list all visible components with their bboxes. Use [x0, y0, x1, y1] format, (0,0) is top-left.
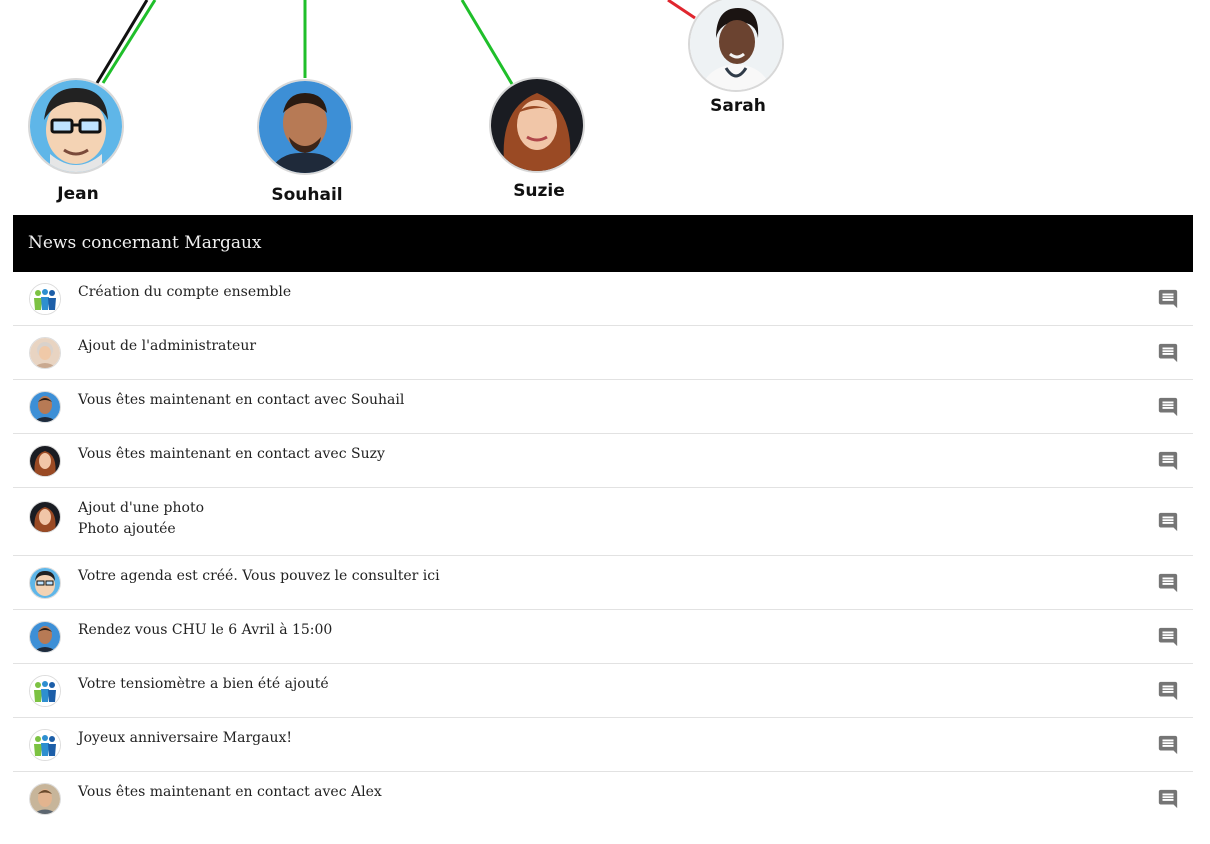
news-item[interactable]: Vous êtes maintenant en contact avec Suz… [13, 434, 1193, 488]
elder-woman-avatar [29, 337, 61, 369]
comment-icon[interactable] [1157, 288, 1179, 310]
man-photo-avatar [29, 621, 61, 653]
comment-icon[interactable] [1157, 788, 1179, 810]
man-photo-avatar [29, 391, 61, 423]
contact-node-sarah[interactable]: Sarah [688, 0, 784, 116]
news-text: Votre tensiomètre a bien été ajouté [78, 676, 329, 692]
young-man-avatar [29, 783, 61, 815]
comment-icon[interactable] [1157, 734, 1179, 756]
link-suzie-green [460, 0, 514, 85]
news-text: Joyeux anniversaire Margaux! [78, 730, 292, 746]
comment-icon[interactable] [1157, 626, 1179, 648]
family-logo-icon [29, 729, 61, 761]
news-item[interactable]: Ajout d'une photo Photo ajoutée [13, 488, 1193, 556]
family-logo-icon [29, 675, 61, 707]
contact-graph: Jean Souhail Suzie Sarah [0, 0, 1210, 215]
contact-node-jean[interactable]: Jean [28, 78, 124, 204]
contact-name: Jean [57, 184, 99, 204]
contact-name: Sarah [710, 96, 766, 116]
woman-redhair-avatar [29, 445, 61, 477]
news-text: Vous êtes maintenant en contact avec Sou… [78, 392, 405, 408]
contact-name: Suzie [513, 181, 565, 201]
news-item[interactable]: Rendez vous CHU le 6 Avril à 15:00 [13, 610, 1193, 664]
news-panel: News concernant Margaux Création du comp… [13, 215, 1193, 826]
woman-redhair-avatar [489, 77, 585, 173]
link-jean-black [95, 0, 149, 84]
news-list: Création du compte ensemble Ajout de l'a… [13, 272, 1193, 826]
news-text: Ajout d'une photo [78, 500, 205, 516]
news-subtext: Photo ajoutée [78, 521, 176, 537]
comment-icon[interactable] [1157, 572, 1179, 594]
contact-node-souhail[interactable]: Souhail [257, 79, 353, 205]
news-item[interactable]: Vous êtes maintenant en contact avec Ale… [13, 772, 1193, 826]
news-text: Rendez vous CHU le 6 Avril à 15:00 [78, 622, 333, 638]
news-item[interactable]: Joyeux anniversaire Margaux! [13, 718, 1193, 772]
news-item[interactable]: Vous êtes maintenant en contact avec Sou… [13, 380, 1193, 434]
man-photo-avatar [257, 79, 353, 175]
news-text: Vous êtes maintenant en contact avec Suz… [78, 446, 385, 462]
news-title: News concernant Margaux [13, 215, 1193, 272]
comment-icon[interactable] [1157, 396, 1179, 418]
news-item[interactable]: Création du compte ensemble [13, 272, 1193, 326]
news-text: Vous êtes maintenant en contact avec Ale… [78, 784, 382, 800]
link-jean-green [101, 0, 157, 84]
cartoon-avatar [29, 567, 61, 599]
news-text: Création du compte ensemble [78, 284, 292, 300]
woman-redhair-avatar [29, 501, 61, 533]
contact-node-suzie[interactable]: Suzie [489, 77, 585, 201]
comment-icon[interactable] [1157, 511, 1179, 533]
contact-name: Souhail [271, 185, 343, 205]
family-logo-icon [29, 283, 61, 315]
comment-icon[interactable] [1157, 450, 1179, 472]
news-item[interactable]: Votre tensiomètre a bien été ajouté [13, 664, 1193, 718]
news-item[interactable]: Ajout de l'administrateur [13, 326, 1193, 380]
news-item[interactable]: Votre agenda est créé. Vous pouvez le co… [13, 556, 1193, 610]
cartoon-avatar [28, 78, 124, 174]
news-text: Ajout de l'administrateur [78, 338, 257, 354]
comment-icon[interactable] [1157, 342, 1179, 364]
news-text: Votre agenda est créé. Vous pouvez le co… [78, 568, 440, 584]
comment-icon[interactable] [1157, 680, 1179, 702]
doctor-avatar [688, 0, 784, 92]
